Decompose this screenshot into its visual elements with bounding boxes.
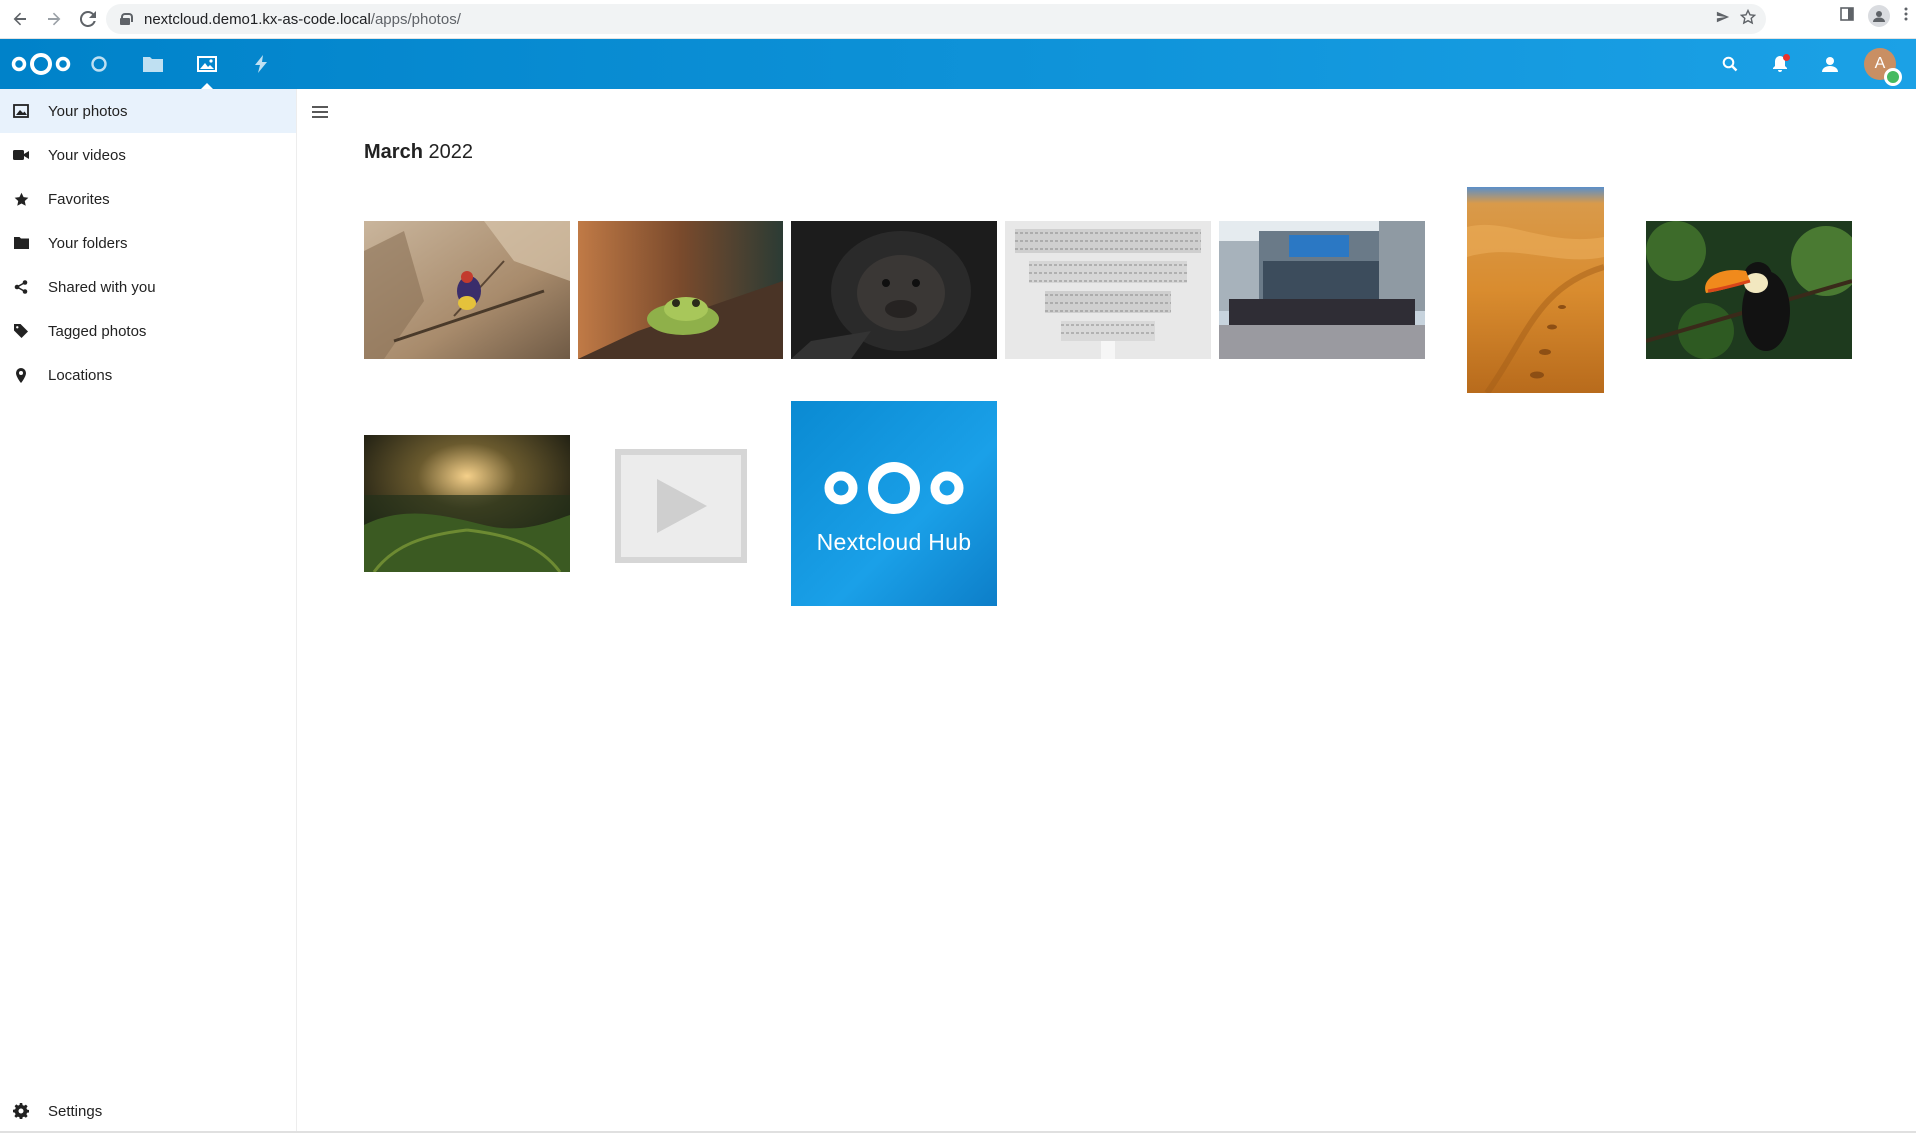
- sidebar-item-label: Your videos: [48, 146, 126, 164]
- sidebar-item-your-videos[interactable]: Your videos: [0, 133, 296, 177]
- side-panel-icon[interactable]: [1840, 6, 1854, 26]
- notifications-bell-icon[interactable]: [1758, 39, 1802, 89]
- avatar[interactable]: A: [1864, 48, 1902, 86]
- browser-toolbar: nextcloud.demo1.kx-as-code.local/apps/ph…: [0, 0, 1916, 39]
- browser-profile-icon[interactable]: [1868, 5, 1890, 27]
- bird-photo[interactable]: [364, 221, 570, 359]
- forward-arrow-icon[interactable]: [40, 5, 68, 33]
- library-photo[interactable]: [1005, 221, 1211, 359]
- user-menu[interactable]: A: [1858, 39, 1902, 89]
- image-icon: [13, 103, 29, 119]
- sidebar-settings[interactable]: Settings: [0, 1089, 297, 1133]
- location-icon: [13, 367, 29, 383]
- sidebar-item-favorites[interactable]: Favorites: [0, 177, 296, 221]
- video-placeholder[interactable]: [615, 449, 747, 563]
- sidebar-item-tagged-photos[interactable]: Tagged photos: [0, 309, 296, 353]
- nextcloud-logo-icon[interactable]: [10, 49, 72, 79]
- notification-badge: [1783, 54, 1790, 61]
- url-path: /apps/photos/: [370, 10, 461, 28]
- avatar-initial: A: [1874, 55, 1886, 72]
- photos-icon[interactable]: [180, 39, 234, 89]
- sidebar-item-label: Favorites: [48, 190, 110, 208]
- nextcloud-header: A: [0, 39, 1916, 89]
- back-arrow-icon[interactable]: [6, 5, 34, 33]
- nextcloud-hub-tile[interactable]: Nextcloud Hub: [791, 401, 997, 606]
- sidebar-item-label: Locations: [48, 366, 113, 384]
- dashboard-icon[interactable]: [72, 39, 126, 89]
- sidebar-item-label: Your photos: [48, 102, 128, 120]
- search-icon[interactable]: [1708, 39, 1752, 89]
- month-heading: March 2022: [364, 141, 473, 164]
- sidebar-item-locations[interactable]: Locations: [0, 353, 296, 397]
- desert-photo[interactable]: [1467, 187, 1604, 393]
- frog-photo[interactable]: [578, 221, 783, 359]
- sidebar-item-your-photos[interactable]: Your photos: [0, 89, 296, 133]
- bookmark-star-icon[interactable]: [1739, 8, 1757, 30]
- online-status-icon: [1884, 68, 1902, 86]
- toucan-photo[interactable]: [1646, 221, 1852, 359]
- share-icon: [13, 279, 29, 295]
- send-icon[interactable]: [1716, 10, 1730, 29]
- sidebar-item-your-folders[interactable]: Your folders: [0, 221, 296, 265]
- contacts-icon[interactable]: [1808, 39, 1852, 89]
- video-icon: [13, 147, 29, 163]
- browser-menu-icon[interactable]: [1904, 7, 1908, 26]
- settings-label: Settings: [48, 1102, 103, 1120]
- tile-caption: Nextcloud Hub: [816, 529, 972, 555]
- month-name: March: [364, 141, 423, 163]
- sidebar-item-shared-with-you[interactable]: Shared with you: [0, 265, 296, 309]
- vineyard-photo[interactable]: [364, 435, 570, 572]
- gear-icon: [13, 1103, 29, 1119]
- sidebar-item-label: Your folders: [48, 234, 128, 252]
- sidebar-item-label: Tagged photos: [48, 322, 147, 340]
- gorilla-photo[interactable]: [791, 221, 997, 359]
- month-year: 2022: [428, 141, 473, 163]
- sidebar-item-label: Shared with you: [48, 278, 156, 296]
- folder-icon: [13, 235, 29, 251]
- tag-icon: [13, 323, 29, 339]
- files-icon[interactable]: [126, 39, 180, 89]
- url-host: nextcloud.demo1.kx-as-code.local: [144, 10, 371, 28]
- group-photo[interactable]: [1219, 221, 1425, 359]
- toggle-navigation-icon[interactable]: [308, 100, 332, 124]
- address-bar[interactable]: nextcloud.demo1.kx-as-code.local/apps/ph…: [106, 4, 1766, 34]
- app-navigation: Your photos Your videos Favorites Your f…: [0, 89, 297, 1133]
- reload-icon[interactable]: [74, 5, 102, 33]
- star-icon: [13, 191, 29, 207]
- lock-icon: [120, 13, 133, 25]
- activity-icon[interactable]: [234, 39, 288, 89]
